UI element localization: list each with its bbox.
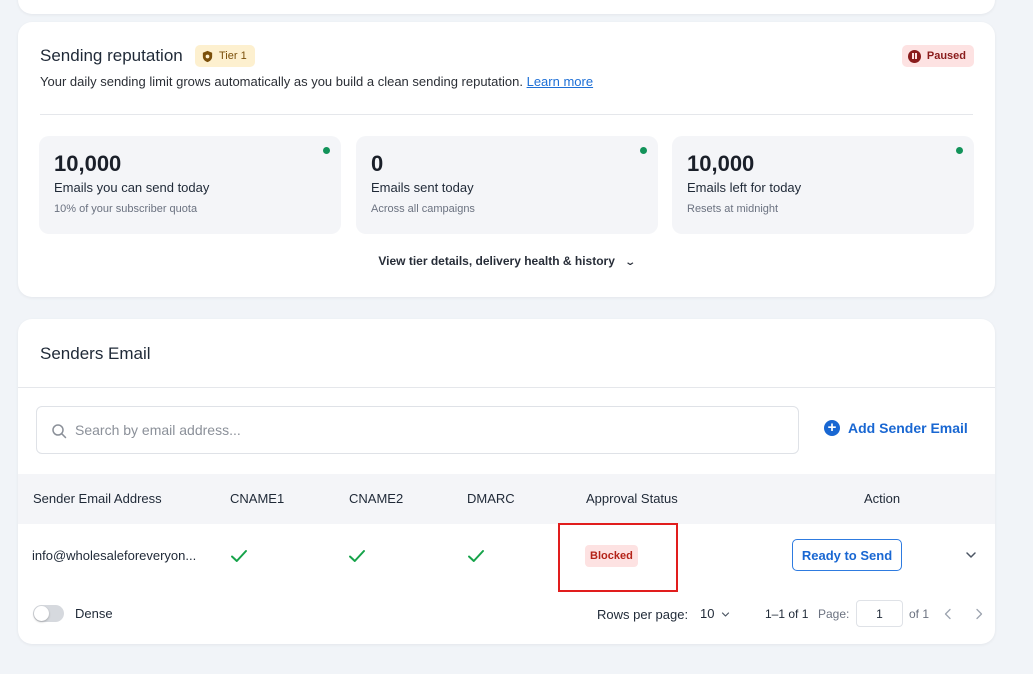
chevron-down-icon[interactable] [964,548,978,562]
stat-card-can-send: 10,000 Emails you can send today 10% of … [39,136,341,234]
column-header-email[interactable]: Sender Email Address [33,491,162,506]
column-header-cname1[interactable]: CNAME1 [230,491,284,506]
chevron-left-icon[interactable] [943,608,953,620]
column-header-cname2[interactable]: CNAME2 [349,491,403,506]
ready-to-send-button[interactable]: Ready to Send [792,539,902,571]
learn-more-link[interactable]: Learn more [527,74,593,89]
chevron-down-icon: ⌄ [624,257,637,268]
stat-card-left: 10,000 Emails left for today Resets at m… [672,136,974,234]
column-header-approval-status[interactable]: Approval Status [586,491,678,506]
rows-per-page-label: Rows per page: [597,607,689,622]
chevron-down-icon[interactable] [721,610,730,619]
dense-label: Dense [75,606,113,621]
page-number-input[interactable] [856,600,903,627]
add-sender-email-label: Add Sender Email [848,420,968,436]
check-icon [349,550,365,562]
search-icon [52,424,67,439]
stat-sub: Resets at midnight [687,203,779,215]
stat-value: 10,000 [687,151,755,176]
stat-sub: 10% of your subscriber quota [54,203,198,215]
column-header-action: Action [864,491,901,506]
rows-per-page-select[interactable]: 10 [700,606,714,621]
check-icon [231,550,247,562]
column-header-dmarc[interactable]: DMARC [467,491,515,506]
stat-label: Emails left for today [687,180,802,195]
add-sender-email-button[interactable]: + Add Sender Email [824,420,968,436]
chevron-right-icon[interactable] [974,608,984,620]
view-tier-details-label: View tier details, delivery health & his… [378,254,615,268]
sending-reputation-card: Sending reputation Tier 1 Paused Your da… [18,22,995,297]
senders-title: Senders Email [40,344,151,363]
page-label: Page: [818,607,850,621]
divider [40,114,973,115]
stat-sub: Across all campaigns [371,203,475,215]
search-box [36,406,799,454]
stat-value: 0 [371,151,384,176]
tier-badge: Tier 1 [195,45,255,67]
divider [18,387,995,388]
senders-email-card: Senders Email + Add Sender Email Sender … [18,319,995,644]
toggle-knob [34,606,49,621]
status-dot [640,147,647,154]
tier-badge-label: Tier 1 [219,50,247,62]
total-pages-label: of 1 [909,607,930,621]
reputation-title: Sending reputation [40,46,183,65]
reputation-description-text: Your daily sending limit grows automatic… [40,74,523,89]
plus-circle-icon: + [824,420,840,436]
paused-status-badge: Paused [901,45,974,67]
table-row[interactable]: info@wholesaleforeveryon... Blocked Read… [18,524,995,586]
sender-email-cell: info@wholesaleforeveryon... [32,548,197,563]
paused-status-label: Paused [926,50,966,62]
reputation-description: Your daily sending limit grows automatic… [40,74,593,89]
pagination-range: 1–1 of 1 [765,607,809,621]
blocked-status-badge: Blocked [585,545,638,567]
stat-value: 10,000 [54,151,122,176]
pause-icon [907,49,921,63]
search-input[interactable] [75,407,775,453]
dense-toggle[interactable] [33,605,64,622]
stat-label: Emails sent today [371,180,474,195]
previous-card-edge [18,0,995,14]
status-dot [323,147,330,154]
status-dot [956,147,963,154]
table-footer: Dense Rows per page: 10 1–1 of 1 Page: o… [18,598,995,628]
table-header: Sender Email Address CNAME1 CNAME2 DMARC… [18,474,995,524]
stat-card-sent: 0 Emails sent today Across all campaigns [356,136,658,234]
view-tier-details-toggle[interactable]: View tier details, delivery health & his… [18,254,995,268]
shield-icon [202,50,213,62]
stat-label: Emails you can send today [54,180,210,195]
check-icon [468,550,484,562]
